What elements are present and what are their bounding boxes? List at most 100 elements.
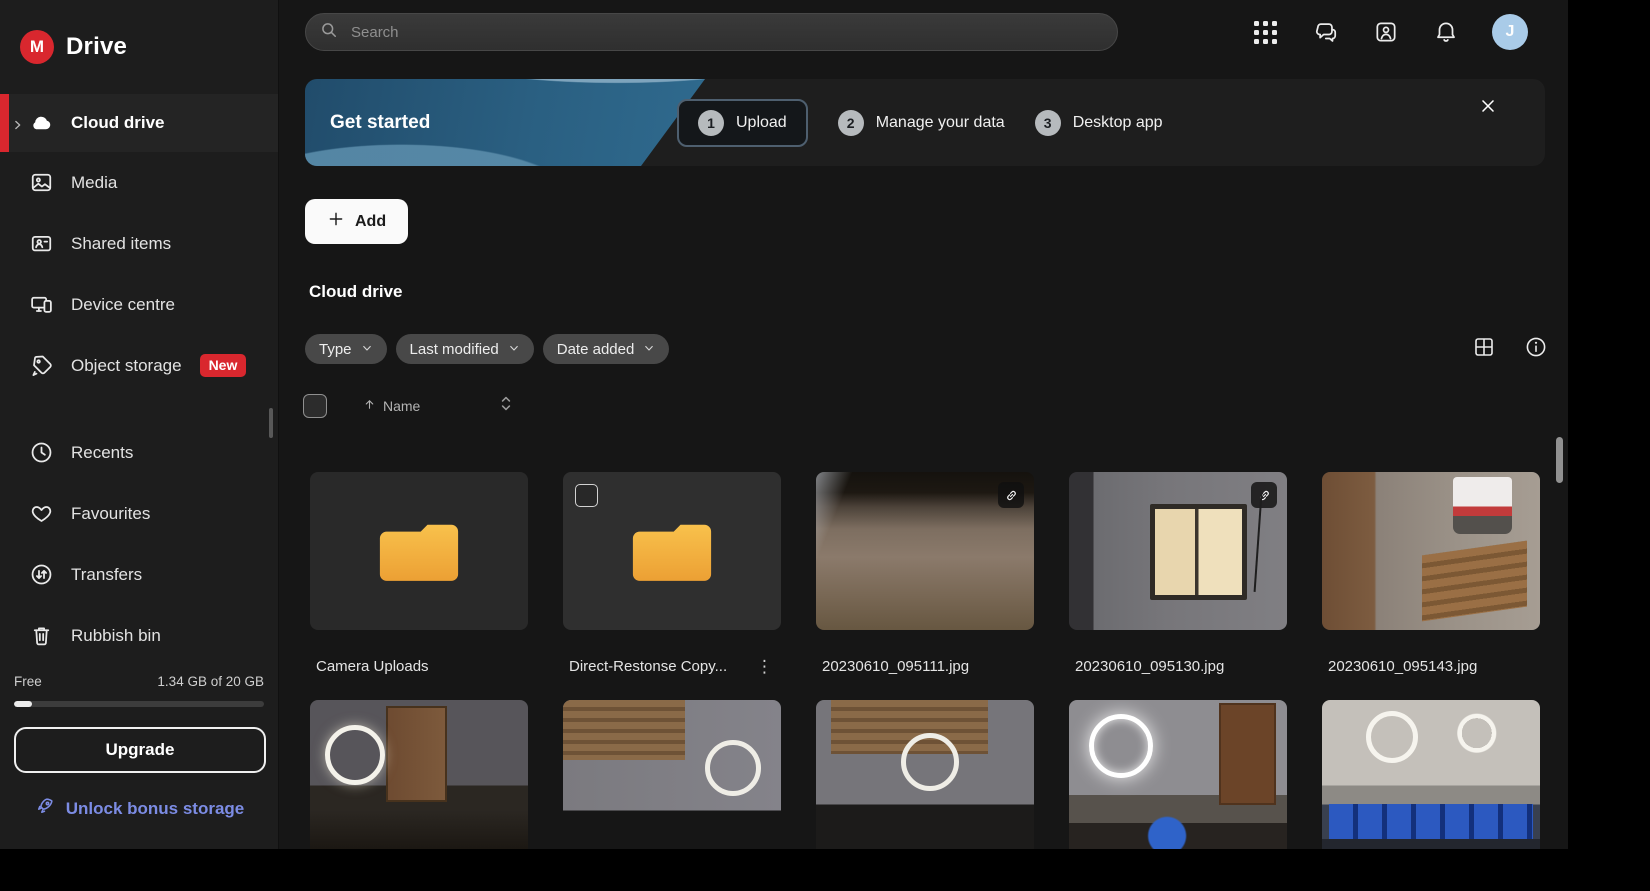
folder-tile: Direct-Restonse Copy...⋮ [563, 472, 781, 700]
photo-thumbnail[interactable] [1322, 472, 1540, 630]
sidebar-nav: Cloud drive Media Shared items Device centr… [0, 94, 278, 666]
sidebar-item-device-centre[interactable]: Device centre [0, 274, 278, 335]
sidebar-item-rubbish-bin[interactable]: Rubbish bin [0, 605, 278, 666]
kebab-menu-icon[interactable]: ⋮ [752, 658, 777, 675]
user-avatar[interactable]: J [1492, 14, 1528, 50]
brand-logo[interactable]: M Drive [0, 0, 278, 94]
favourites-icon [28, 501, 54, 527]
devices-icon [28, 292, 54, 318]
onboarding-step-manage-your-data[interactable]: 2Manage your data [838, 110, 1005, 136]
sidebar-item-label: Rubbish bin [71, 626, 161, 646]
apps-grid-icon[interactable] [1252, 19, 1279, 46]
search-input[interactable] [349, 23, 1104, 42]
item-checkbox[interactable] [575, 484, 598, 507]
sidebar-item-object-storage[interactable]: Object storage New [0, 335, 278, 396]
unlock-bonus-link[interactable]: Unlock bonus storage [0, 795, 278, 822]
upgrade-button[interactable]: Upgrade [14, 727, 266, 773]
sidebar-item-transfers[interactable]: Transfers [0, 544, 278, 605]
filter-label: Last modified [410, 341, 499, 358]
close-icon[interactable] [1475, 93, 1501, 119]
plan-label: Free [14, 674, 42, 689]
chevron-down-icon [508, 341, 520, 358]
contacts-icon[interactable] [1372, 19, 1399, 46]
image-tile: 20230610_095111.jpg [816, 472, 1034, 700]
sidebar-resize-handle[interactable] [269, 408, 273, 438]
sort-by-name[interactable]: Name [363, 398, 420, 414]
sidebar-item-label: Cloud drive [71, 113, 165, 133]
shared-icon [28, 231, 54, 257]
folder-tile: Camera Uploads [310, 472, 528, 700]
notifications-icon[interactable] [1432, 19, 1459, 46]
filter-last-modified[interactable]: Last modified [396, 334, 534, 364]
item-name: 20230610_095111.jpg [822, 658, 969, 675]
photo-thumbnail[interactable] [563, 700, 781, 849]
onboarding-step-desktop-app[interactable]: 3Desktop app [1035, 110, 1163, 136]
add-button[interactable]: Add [305, 199, 408, 244]
sort-direction-icon[interactable] [500, 395, 512, 417]
app-window: M Drive Cloud drive Media Shared items Devi… [0, 0, 1568, 849]
chevron-down-icon [361, 341, 373, 358]
search-bar[interactable] [305, 13, 1118, 51]
link-icon[interactable] [1251, 482, 1277, 508]
item-name: 20230610_095143.jpg [1328, 658, 1477, 675]
step-number: 1 [698, 110, 724, 136]
main-area: J Get started 1Upload2Manage your data3D… [279, 0, 1568, 849]
filter-bar: Type Last modified Date added [305, 334, 669, 364]
image-tile [816, 700, 1034, 849]
item-name: Camera Uploads [316, 658, 429, 675]
photo-thumbnail[interactable] [816, 472, 1034, 630]
sidebar-item-label: Object storage [71, 356, 182, 376]
sidebar-item-label: Shared items [71, 234, 171, 254]
scrollbar-thumb[interactable] [1556, 437, 1563, 483]
folder-thumbnail[interactable] [310, 472, 528, 630]
mega-logo-icon: M [20, 30, 54, 64]
sidebar-item-label: Transfers [71, 565, 142, 585]
filter-type[interactable]: Type [305, 334, 387, 364]
cloud-icon [28, 110, 54, 136]
topbar-icon-cluster: J [1252, 12, 1528, 52]
view-controls [1471, 334, 1548, 359]
sidebar-item-favourites[interactable]: Favourites [0, 483, 278, 544]
list-header: Name [303, 394, 512, 418]
photo-thumbnail[interactable] [816, 700, 1034, 849]
step-label: Manage your data [876, 114, 1005, 132]
folder-thumbnail[interactable] [563, 472, 781, 630]
search-icon [319, 20, 339, 45]
file-grid: Camera Uploads Direct-Restonse Copy...⋮ 20… [310, 472, 1540, 849]
banner-steps: 1 Upload 2Manage your data 3Desktop app [677, 79, 1163, 166]
select-all-checkbox[interactable] [303, 394, 327, 418]
onboarding-step-upload[interactable]: 1 Upload [677, 99, 808, 147]
chevron-down-icon [643, 341, 655, 358]
image-tile: 20230610_095143.jpg [1322, 472, 1540, 700]
sidebar-item-cloud-drive[interactable]: Cloud drive [0, 94, 278, 152]
transfers-icon [28, 562, 54, 588]
image-tile [1322, 700, 1540, 849]
info-icon[interactable] [1523, 334, 1548, 359]
photo-thumbnail[interactable] [1069, 700, 1287, 849]
photo-thumbnail[interactable] [310, 700, 528, 849]
banner-title: Get started [330, 112, 430, 134]
filter-date-added[interactable]: Date added [543, 334, 670, 364]
filter-label: Type [319, 341, 352, 358]
chevron-right-icon [11, 117, 24, 130]
step-number: 3 [1035, 110, 1061, 136]
grid-view-icon[interactable] [1471, 334, 1496, 359]
sidebar: M Drive Cloud drive Media Shared items Devi… [0, 0, 279, 849]
sidebar-item-label: Favourites [71, 504, 150, 524]
image-tile [310, 700, 528, 849]
sidebar-item-shared-items[interactable]: Shared items [0, 213, 278, 274]
photo-thumbnail[interactable] [1322, 700, 1540, 849]
step-label: Upload [736, 114, 787, 132]
sidebar-item-media[interactable]: Media [0, 152, 278, 213]
sidebar-item-recents[interactable]: Recents [0, 422, 278, 483]
chat-icon[interactable] [1312, 19, 1339, 46]
new-badge: New [200, 354, 247, 377]
plus-icon [327, 210, 345, 233]
page-title: Cloud drive [309, 282, 403, 302]
sort-arrow-up-icon [363, 398, 376, 414]
link-icon[interactable] [998, 482, 1024, 508]
brand-name: Drive [66, 33, 127, 61]
storage-usage: 1.34 GB of 20 GB [157, 674, 264, 689]
photo-thumbnail[interactable] [1069, 472, 1287, 630]
item-name: 20230610_095130.jpg [1075, 658, 1224, 675]
